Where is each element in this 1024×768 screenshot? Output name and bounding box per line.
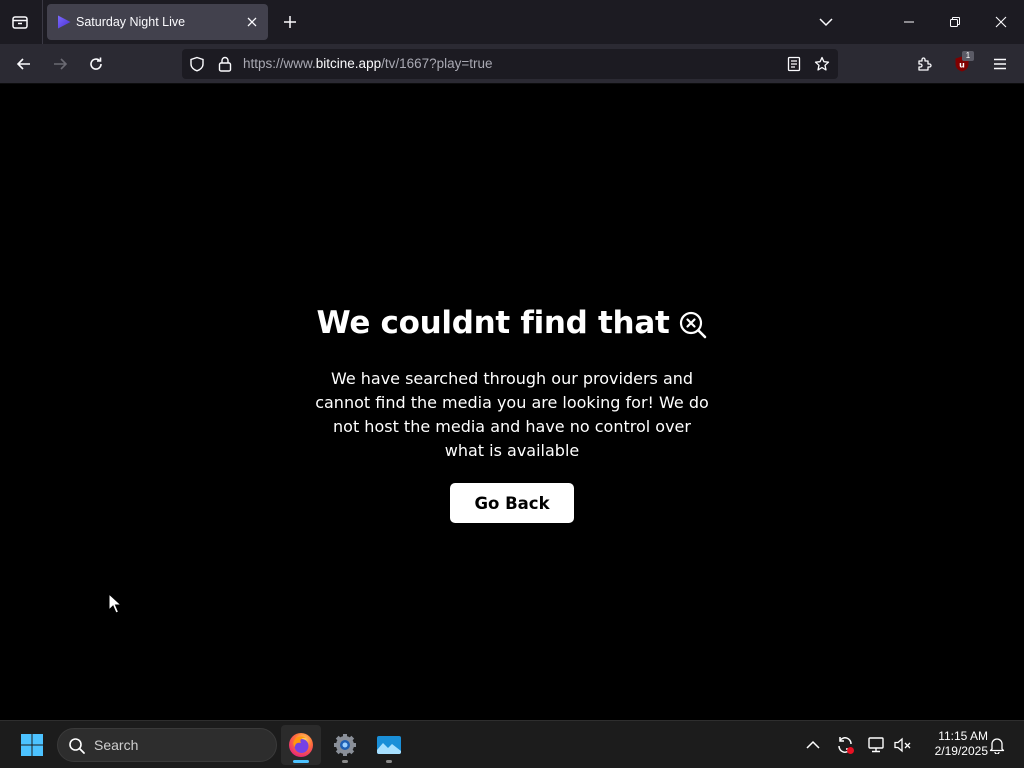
- network-tray-button[interactable]: [865, 733, 889, 757]
- reader-view-button[interactable]: [785, 55, 803, 73]
- url-scheme: https://www.: [243, 56, 316, 71]
- clock-date: 2/19/2025: [934, 744, 988, 758]
- notifications-button[interactable]: [985, 733, 1009, 757]
- search-label: Search: [94, 737, 139, 753]
- plus-icon: [284, 16, 296, 28]
- windows-taskbar: Search 11:15 AM 2/19/2025: [0, 720, 1024, 768]
- tracking-protection-button[interactable]: [188, 55, 206, 73]
- arrow-left-icon: [16, 58, 30, 70]
- chevron-down-icon: [819, 18, 833, 27]
- url-path: /tv/1667?play=true: [381, 56, 493, 71]
- volume-muted-icon: [894, 737, 911, 753]
- tab-title: Saturday Night Live: [76, 15, 186, 29]
- extensions-button[interactable]: [910, 50, 938, 78]
- bookmark-star-button[interactable]: [813, 55, 831, 73]
- site-info-button[interactable]: [216, 55, 234, 73]
- search-x-icon: [680, 311, 707, 339]
- chevron-up-icon: [806, 740, 820, 749]
- shield-icon: [190, 56, 204, 72]
- taskbar-settings[interactable]: [325, 725, 365, 765]
- list-all-tabs-button[interactable]: [814, 10, 838, 34]
- restore-button[interactable]: [932, 0, 978, 44]
- running-app-indicator: [342, 760, 348, 763]
- page-content: We couldnt find that We have searched th…: [0, 85, 1024, 720]
- sync-alert-icon: [838, 737, 854, 754]
- hamburger-menu-icon: [994, 58, 1006, 70]
- sync-tray-button[interactable]: [833, 733, 857, 757]
- url-text[interactable]: https://www.bitcine.app/tv/1667?play=tru…: [243, 56, 493, 72]
- new-tab-button[interactable]: [278, 10, 302, 34]
- clock-time: 11:15 AM: [938, 729, 988, 743]
- active-app-indicator: [293, 760, 309, 763]
- puzzle-icon: [918, 57, 932, 71]
- app-menu-button[interactable]: [986, 50, 1014, 78]
- tab-list-icon: [12, 16, 28, 29]
- reload-icon: [90, 57, 102, 70]
- running-app-indicator: [386, 760, 392, 763]
- navigation-toolbar: https://www.bitcine.app/tv/1667?play=tru…: [0, 44, 1024, 84]
- photos-icon: [377, 736, 401, 754]
- reader-view-icon: [787, 56, 801, 72]
- go-back-button[interactable]: Go Back: [450, 483, 574, 523]
- tab-list-button[interactable]: [6, 8, 34, 36]
- arrow-right-icon: [54, 58, 68, 70]
- firefox-icon: [289, 733, 313, 757]
- heading-row: We couldnt find that: [0, 305, 1024, 341]
- tab-bar: Saturday Night Live: [0, 0, 1024, 44]
- reload-button[interactable]: [82, 50, 110, 78]
- lock-icon: [218, 56, 232, 72]
- network-icon: [868, 737, 884, 753]
- minimize-icon: [904, 21, 914, 23]
- start-button[interactable]: [14, 729, 50, 761]
- back-button[interactable]: [10, 50, 38, 78]
- close-window-button[interactable]: [978, 0, 1024, 44]
- volume-tray-button[interactable]: [891, 733, 915, 757]
- svg-text:u: u: [959, 61, 965, 70]
- taskbar-firefox[interactable]: [281, 725, 321, 765]
- close-icon: [995, 16, 1007, 28]
- star-icon: [814, 56, 830, 71]
- taskbar-photos[interactable]: [369, 725, 409, 765]
- bell-icon: [989, 738, 1005, 754]
- play-triangle-favicon: [58, 15, 71, 29]
- url-host: bitcine.app: [315, 56, 382, 71]
- windows-logo-icon: [21, 734, 43, 756]
- search-icon: [69, 738, 85, 754]
- clock[interactable]: 11:15 AM 2/19/2025: [918, 729, 988, 759]
- show-hidden-icons-button[interactable]: [801, 733, 825, 757]
- forward-button[interactable]: [46, 50, 74, 78]
- error-description: We have searched through our providers a…: [315, 369, 709, 460]
- close-icon: [247, 17, 257, 27]
- page-heading: We couldnt find that: [316, 305, 670, 341]
- tab-separator: [42, 0, 43, 44]
- mouse-pointer-icon: [108, 593, 122, 614]
- taskbar-search[interactable]: Search: [57, 728, 277, 762]
- tab-saturday-night-live[interactable]: Saturday Night Live: [47, 4, 268, 40]
- extension-badge: 1: [962, 51, 974, 61]
- minimize-button[interactable]: [886, 0, 932, 44]
- restore-icon: [950, 17, 960, 27]
- tab-close-button[interactable]: [243, 13, 261, 31]
- url-bar[interactable]: https://www.bitcine.app/tv/1667?play=tru…: [182, 49, 838, 79]
- settings-gear-icon: [334, 734, 356, 756]
